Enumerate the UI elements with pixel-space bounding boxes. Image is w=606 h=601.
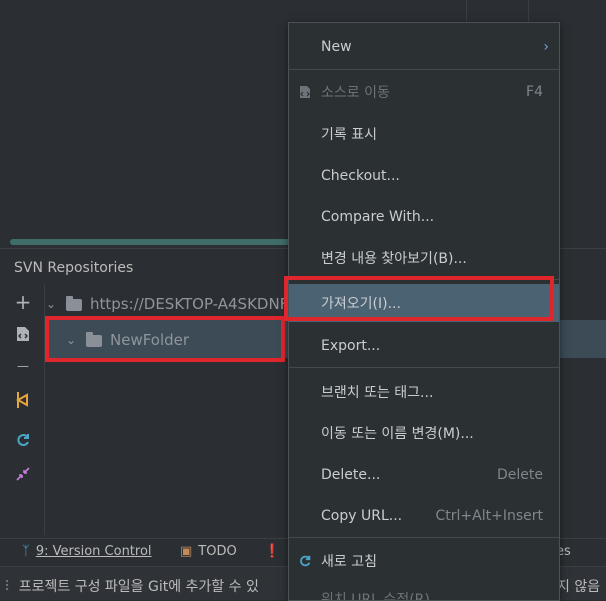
source-file-icon[interactable] <box>12 323 34 345</box>
menu-item-export[interactable]: Export... <box>289 328 559 364</box>
menu-separator <box>289 537 559 538</box>
menu-item-show-history[interactable]: 기록 표시 <box>289 116 559 152</box>
version-control-tab[interactable]: ᛉ 9: Version Control <box>22 544 152 559</box>
tree-root[interactable]: ⌄ https://DESKTOP-A4SKDNF/ <box>46 292 293 316</box>
refresh-icon[interactable] <box>12 429 34 451</box>
panel-toolbar: + — <box>0 285 45 535</box>
source-file-icon <box>297 84 313 100</box>
menu-item-compare-with[interactable]: Compare With... <box>289 199 559 235</box>
add-icon[interactable]: + <box>12 290 34 314</box>
todo-tab[interactable]: ▣ TODO <box>180 544 237 559</box>
tree-root-label: https://DESKTOP-A4SKDNF/ <box>90 295 294 313</box>
menu-separator <box>289 367 559 368</box>
menu-item-refresh[interactable]: 새로 고침 <box>289 543 559 579</box>
menu-item-branch-or-tag[interactable]: 브랜치 또는 태그... <box>289 374 559 410</box>
pointer-icon[interactable] <box>12 389 34 411</box>
todo-icon: ▣ <box>180 544 193 559</box>
menu-item-copy-url[interactable]: Copy URL... Ctrl+Alt+Insert <box>289 498 559 534</box>
info-icon: ❗ <box>264 544 281 559</box>
refresh-icon <box>297 553 313 569</box>
notification-text: ⠇ 프로젝트 구성 파일을 Git에 추가할 수 있 <box>4 579 259 595</box>
menu-item-go-to-source[interactable]: 소스로 이동 F4 <box>289 74 559 110</box>
menu-item-browse-changes[interactable]: 변경 내용 찾아보기(B)... <box>289 240 559 276</box>
chevron-right-icon: › <box>543 39 549 55</box>
branch-icon: ᛉ <box>22 544 30 559</box>
todo-label: TODO <box>198 544 237 559</box>
scrollbar-thumb[interactable] <box>10 239 300 245</box>
highlight-box <box>284 276 554 321</box>
collapse-icon[interactable] <box>12 463 34 485</box>
notification-text-right: 지 않음 <box>557 579 601 595</box>
menu-separator <box>289 69 559 70</box>
menu-item-checkout[interactable]: Checkout... <box>289 158 559 194</box>
folder-icon <box>66 296 82 311</box>
menu-item-new[interactable]: New › <box>289 29 559 65</box>
menu-item-delete[interactable]: Delete... Delete <box>289 457 559 493</box>
panel-title: SVN Repositories <box>14 260 134 276</box>
problems-tab[interactable]: ❗ <box>264 544 280 559</box>
highlight-box <box>45 316 285 362</box>
version-control-label: 9: Version Control <box>35 544 152 559</box>
menu-item-relocate[interactable]: 위치 URL 수정(R)... <box>289 583 559 600</box>
menu-item-move-or-rename[interactable]: 이동 또는 이름 변경(M)... <box>289 415 559 451</box>
minus-icon[interactable]: — <box>12 355 34 377</box>
chevron-down-icon: ⌄ <box>46 297 57 311</box>
